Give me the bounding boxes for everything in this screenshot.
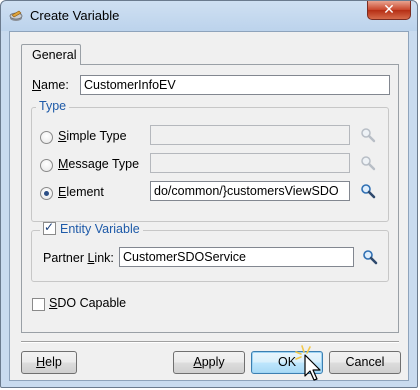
simple-type-label: Simple Type xyxy=(58,129,127,143)
title-bar[interactable]: Create Variable ✕ xyxy=(1,1,417,31)
element-field[interactable]: do/common/}customersViewSDO xyxy=(150,181,350,201)
entity-variable-checkbox[interactable] xyxy=(43,220,56,235)
general-panel: Name: CustomerInfoEV Type Simple Type Me… xyxy=(21,64,399,333)
type-group: Type Simple Type Message Type Element do xyxy=(31,99,389,222)
element-radio[interactable] xyxy=(40,187,53,200)
simple-type-search-icon[interactable] xyxy=(360,127,376,143)
entity-variable-label: Entity Variable xyxy=(60,222,140,236)
window-title: Create Variable xyxy=(30,8,120,23)
dialog-body: General Name: CustomerInfoEV Type Simple… xyxy=(9,31,409,381)
cancel-button[interactable]: Cancel xyxy=(329,351,401,374)
message-type-label: Message Type xyxy=(58,157,140,171)
apply-button[interactable]: Apply xyxy=(173,351,245,374)
variable-icon xyxy=(9,10,23,21)
simple-type-radio[interactable] xyxy=(40,131,53,144)
type-group-title: Type xyxy=(36,99,70,113)
partner-link-search-icon[interactable] xyxy=(362,249,378,265)
create-variable-dialog: Create Variable ✕ General Name: Customer… xyxy=(0,0,418,388)
message-type-radio[interactable] xyxy=(40,159,53,172)
element-search-icon[interactable] xyxy=(360,183,376,199)
close-button[interactable]: ✕ xyxy=(367,1,411,20)
tab-general-label: General xyxy=(32,48,77,62)
arrow-cursor-icon xyxy=(295,345,321,381)
simple-type-field xyxy=(150,125,350,145)
close-icon: ✕ xyxy=(383,2,395,18)
button-separator xyxy=(21,341,399,343)
sdo-capable-checkbox[interactable] xyxy=(32,298,45,311)
help-button[interactable]: Help xyxy=(21,351,77,374)
message-type-field xyxy=(150,153,350,173)
tab-general[interactable]: General xyxy=(21,44,81,65)
sdo-capable-label: SDO Capable xyxy=(49,296,127,310)
element-label: Element xyxy=(58,185,104,199)
partner-link-field[interactable]: CustomerSDOService xyxy=(119,247,354,267)
entity-variable-title: Entity Variable xyxy=(40,220,143,236)
message-type-search-icon[interactable] xyxy=(360,155,376,171)
name-label: Name: xyxy=(32,78,69,92)
name-field[interactable]: CustomerInfoEV xyxy=(80,75,390,95)
entity-variable-group: Entity Variable Partner Link: CustomerSD… xyxy=(31,220,389,282)
partner-link-label: Partner Link: xyxy=(43,251,114,265)
